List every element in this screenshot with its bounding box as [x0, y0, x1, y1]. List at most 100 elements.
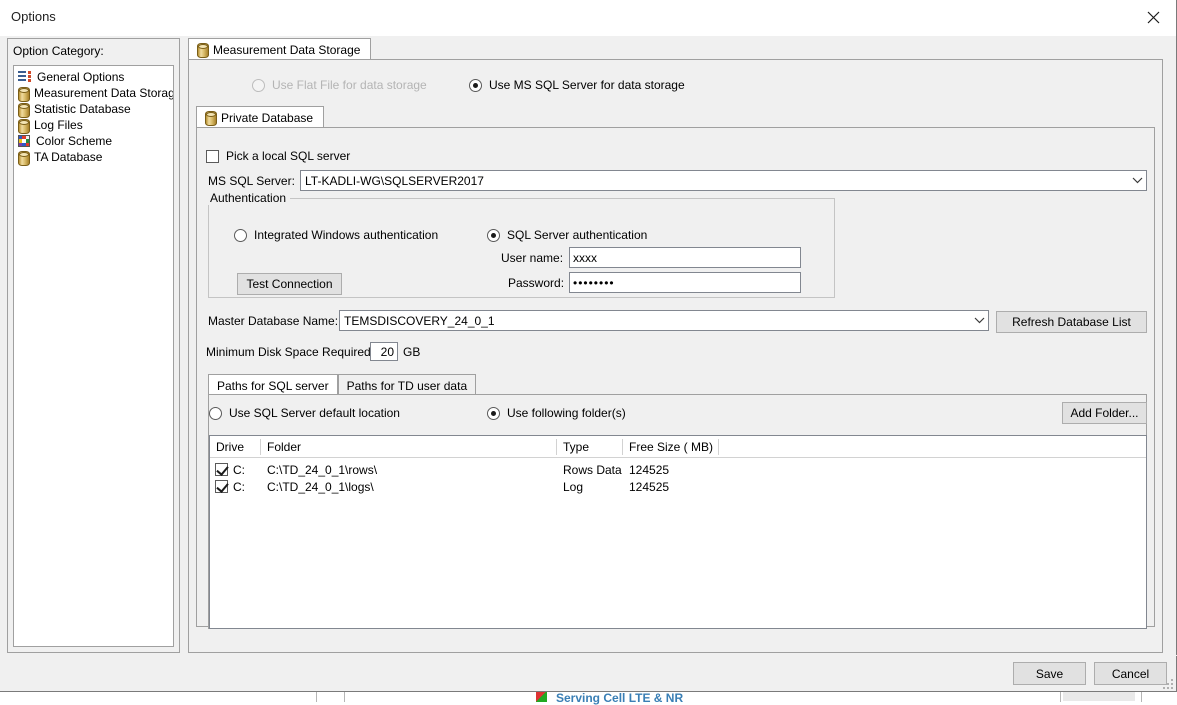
row-folder-cell: C:\TD_24_0_1\rows\ — [267, 462, 378, 477]
radio-use-flat-file[interactable]: Use Flat File for data storage — [252, 78, 427, 92]
radio-label: Use SQL Server default location — [229, 406, 400, 420]
tab-private-database[interactable]: Private Database — [196, 106, 325, 128]
radio-indicator — [209, 406, 222, 420]
ms-sql-server-combo[interactable]: LT-KADLI-WG\SQLSERVER2017 — [300, 170, 1147, 191]
sidebar-item-label: General Options — [37, 70, 125, 84]
tab-paths-for-td-user-data[interactable]: Paths for TD user data — [337, 374, 477, 396]
row-folder-cell: C:\TD_24_0_1\logs\ — [267, 479, 374, 494]
refresh-database-list-button[interactable]: Refresh Database List — [996, 311, 1147, 333]
row-drive-cell[interactable]: C: — [210, 480, 261, 494]
ms-sql-server-label: MS SQL Server: — [208, 174, 295, 188]
radio-use-ms-sql-server[interactable]: Use MS SQL Server for data storage — [469, 78, 685, 92]
column-header-label: Folder — [267, 439, 302, 454]
checkbox-pick-local-sql-server[interactable]: Pick a local SQL server — [206, 149, 350, 163]
column-divider[interactable] — [718, 438, 719, 455]
background-label: Serving Cell LTE & NR — [556, 691, 684, 705]
sidebar-item-general-options[interactable]: General Options — [14, 69, 173, 85]
radio-integrated-windows-authentication[interactable]: Integrated Windows authentication — [234, 228, 438, 242]
minimum-disk-space-unit: GB — [403, 345, 421, 359]
sidebar-item-label: TA Database — [34, 150, 103, 164]
column-header-type[interactable]: Type — [557, 436, 623, 458]
tab-label: Paths for SQL server — [217, 378, 329, 393]
table-row[interactable]: C: C:\TD_24_0_1\rows\ Rows Data 124525 — [210, 461, 1146, 478]
list-icon — [18, 71, 31, 83]
resize-grip[interactable] — [1161, 677, 1173, 689]
option-category-label: Option Category: — [13, 44, 104, 58]
password-label: Password: — [508, 276, 565, 290]
sidebar-item-measurement-data-storage[interactable]: Measurement Data Storage — [14, 85, 174, 102]
table-row[interactable]: C: C:\TD_24_0_1\logs\ Log 124525 — [210, 478, 1146, 495]
column-header-free-size[interactable]: Free Size ( MB) — [623, 436, 719, 458]
sidebar-item-log-files[interactable]: Log Files — [14, 117, 173, 134]
row-checkbox[interactable] — [215, 463, 228, 476]
add-folder-button[interactable]: Add Folder... — [1062, 402, 1147, 424]
user-name-input[interactable] — [569, 247, 801, 268]
radio-indicator — [487, 406, 500, 420]
sidebar-item-statistic-database[interactable]: Statistic Database — [14, 101, 173, 118]
measurement-data-storage-tabstrip: Measurement Data Storage — [188, 38, 1163, 60]
radio-indicator — [234, 228, 247, 242]
background-field — [1063, 691, 1135, 701]
sidebar-item-label: Measurement Data Storage — [34, 86, 174, 100]
tab-measurement-data-storage[interactable]: Measurement Data Storage — [188, 38, 372, 60]
radio-indicator — [469, 78, 482, 92]
tab-paths-for-sql-server[interactable]: Paths for SQL server — [208, 374, 338, 396]
row-drive-cell[interactable]: C: — [210, 463, 261, 477]
tab-label: Measurement Data Storage — [213, 42, 361, 57]
radio-use-following-folders[interactable]: Use following folder(s) — [487, 406, 626, 420]
master-database-name-value: TEMSDISCOVERY_24_0_1 — [344, 313, 495, 328]
minimum-disk-space-value: 20 — [380, 344, 394, 359]
radio-use-sql-server-default-location[interactable]: Use SQL Server default location — [209, 406, 400, 420]
row-drive-label: C: — [233, 462, 245, 477]
minimum-disk-space-input[interactable]: 20 — [370, 342, 398, 361]
row-checkbox[interactable] — [215, 480, 228, 493]
sidebar-item-label: Log Files — [34, 118, 83, 132]
database-icon — [18, 150, 30, 166]
row-type-cell: Log — [563, 479, 584, 494]
row-drive-label: C: — [233, 479, 245, 494]
password-input[interactable]: •••••••• — [569, 272, 801, 293]
database-icon — [205, 111, 217, 126]
options-dialog: Options Option Category: General Options — [0, 0, 1177, 692]
table-header-row: Drive Folder Type Free Size ( MB) — [210, 436, 1146, 458]
column-header-label: Drive — [216, 439, 245, 454]
radio-sql-server-authentication[interactable]: SQL Server authentication — [487, 228, 647, 242]
radio-indicator — [487, 228, 500, 242]
tab-label: Paths for TD user data — [346, 378, 468, 393]
checkbox-indicator — [206, 149, 219, 163]
window-title: Options — [11, 9, 56, 24]
row-type-cell: Rows Data — [563, 462, 622, 477]
checkbox-label: Pick a local SQL server — [226, 149, 351, 163]
storage-mode-group: Use Flat File for data storage Use MS SQ… — [188, 78, 1163, 98]
minimum-disk-space-label: Minimum Disk Space Required: — [206, 345, 375, 359]
master-database-name-combo[interactable]: TEMSDISCOVERY_24_0_1 — [339, 310, 989, 331]
folders-table[interactable]: Drive Folder Type Free Size ( MB) C: C:\… — [209, 435, 1147, 629]
option-category-panel: Option Category: General Options Measure… — [7, 38, 180, 653]
database-icon — [18, 86, 30, 102]
database-icon — [18, 118, 30, 134]
sidebar-item-color-scheme[interactable]: Color Scheme — [14, 133, 173, 149]
sidebar-item-ta-database[interactable]: TA Database — [14, 149, 173, 166]
user-name-label: User name: — [501, 251, 564, 265]
palette-icon — [18, 135, 30, 147]
option-category-list[interactable]: General Options Measurement Data Storage… — [13, 65, 174, 647]
save-button[interactable]: Save — [1013, 662, 1086, 685]
column-header-folder[interactable]: Folder — [261, 436, 557, 458]
radio-label: SQL Server authentication — [507, 228, 648, 242]
database-icon — [18, 102, 30, 118]
row-free-size-cell: 124525 — [629, 479, 670, 494]
cancel-button[interactable]: Cancel — [1094, 662, 1167, 685]
database-icon — [197, 43, 209, 58]
radio-label: Use Flat File for data storage — [272, 78, 427, 92]
column-header-drive[interactable]: Drive — [210, 436, 261, 458]
radio-indicator — [252, 78, 265, 92]
ms-sql-server-value: LT-KADLI-WG\SQLSERVER2017 — [305, 173, 484, 188]
test-connection-button[interactable]: Test Connection — [237, 273, 342, 295]
sidebar-item-label: Color Scheme — [36, 134, 113, 148]
tab-label: Private Database — [221, 110, 314, 125]
chevron-down-icon — [971, 311, 988, 330]
column-header-label: Free Size ( MB) — [629, 439, 714, 454]
private-database-tabstrip: Private Database — [196, 106, 1155, 128]
close-icon[interactable] — [1130, 0, 1176, 35]
authentication-legend: Authentication — [206, 191, 291, 205]
